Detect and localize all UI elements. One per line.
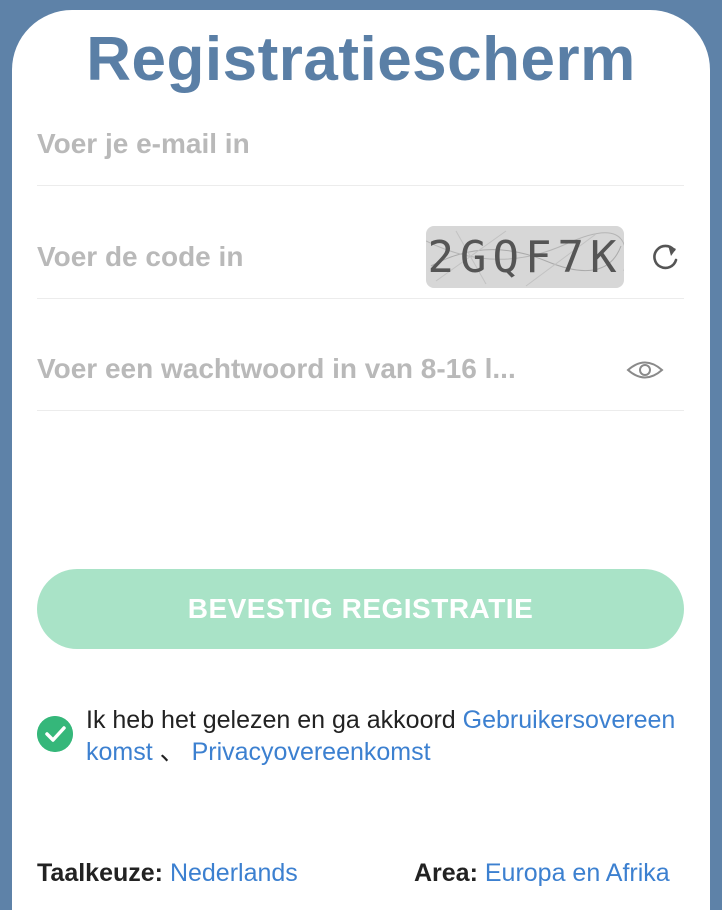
privacy-agreement-link[interactable]: Privacyovereenkomst [192,738,431,766]
captcha-image[interactable]: 2GQF7K [426,226,624,288]
language-selector[interactable]: Taalkeuze: Nederlands [37,859,298,888]
code-field[interactable]: Voer de code in [37,241,243,273]
area-value[interactable]: Europa en Afrika [485,859,670,887]
page-title: Registratiescherm [86,25,636,94]
agreement-statement: Ik heb het gelezen en ga akkoord [86,706,463,734]
area-selector[interactable]: Area: Europa en Afrika [414,859,670,888]
language-label: Taalkeuze: [37,859,163,887]
password-field[interactable]: Voer een wachtwoord in van 8-16 l... [37,353,516,385]
check-icon[interactable] [37,716,73,752]
password-underline [37,410,684,411]
email-placeholder: Voer je e-mail in [37,128,250,159]
code-placeholder: Voer de code in [37,241,244,272]
agreement-text: Ik heb het gelezen en ga akkoord Gebruik… [86,704,686,768]
email-underline [37,185,684,186]
password-placeholder: Voer een wachtwoord in van 8-16 l... [37,353,516,384]
confirm-registration-button[interactable]: BEVESTIG REGISTRATIE [37,569,684,649]
language-value[interactable]: Nederlands [170,859,298,887]
area-label: Area: [414,859,478,887]
agreement-separator: 、 [152,738,192,766]
captcha-text: 2GQF7K [427,231,623,283]
refresh-icon[interactable] [648,240,682,274]
eye-icon[interactable] [626,357,664,383]
code-underline [37,298,684,299]
email-field[interactable]: Voer je e-mail in [37,128,250,160]
